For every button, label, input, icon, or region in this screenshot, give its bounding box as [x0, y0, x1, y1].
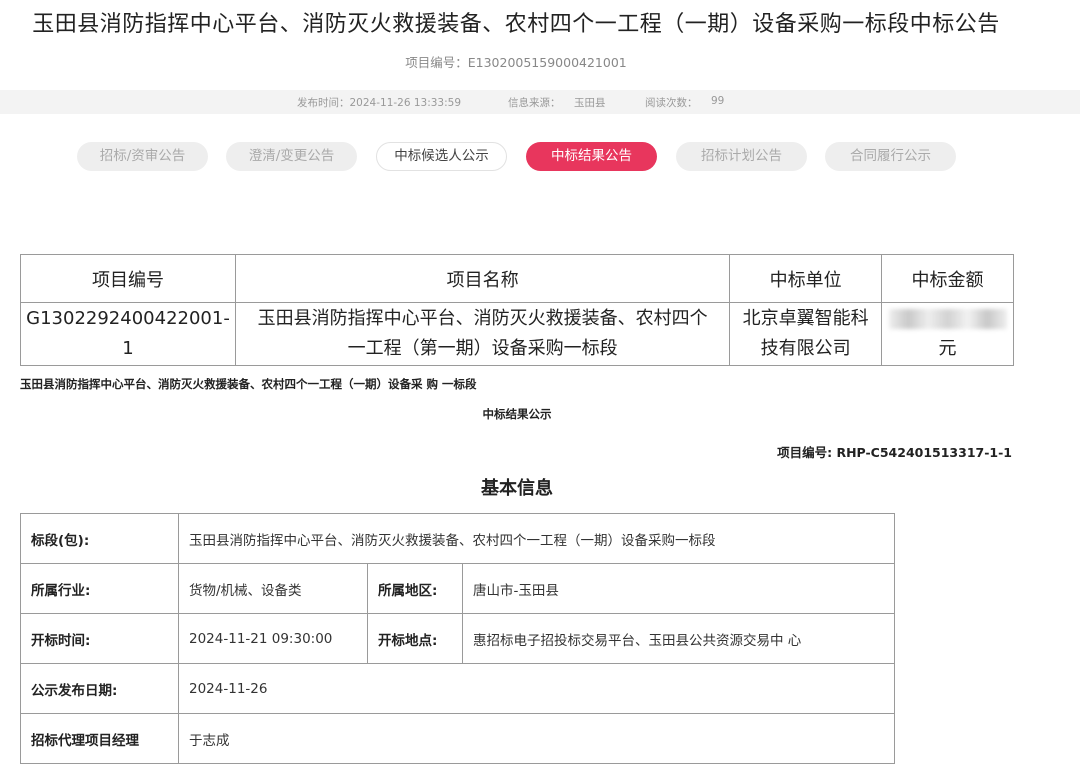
award-table-header: 项目编号 项目名称 中标单位 中标金额 — [20, 254, 1014, 303]
manager-value: 于志成 — [178, 713, 895, 764]
notice-project-code: 项目编号: RHP-C542401513317-1-1 — [777, 445, 1012, 460]
tab-bid-plan[interactable]: 招标计划公告 — [676, 142, 807, 171]
project-code-line1: G1302292400422001- — [26, 308, 230, 329]
open-place-label: 开标地点: — [367, 613, 463, 664]
header-winner: 中标单位 — [729, 254, 882, 303]
cell-winner: 北京卓翼智能科 技有限公司 — [729, 302, 882, 366]
cell-project-code: G1302292400422001- 1 — [20, 302, 236, 366]
award-table: 项目编号 项目名称 中标单位 中标金额 G1302292400422001- 1… — [20, 254, 1014, 366]
result-title: 中标结果公示 — [482, 407, 552, 421]
basic-info-title: 基本信息 — [481, 478, 553, 499]
redacted-amount — [888, 309, 1007, 329]
table-row: 标段(包): 玉田县消防指挥中心平台、消防灭火救援装备、农村四个一工程（一期）设… — [20, 513, 895, 564]
page-title: 玉田县消防指挥中心平台、消防灭火救援装备、农村四个一工程（一期）设备采购一标段中… — [32, 12, 1000, 37]
table-row: 开标时间: 2024-11-21 09:30:00 开标地点: 惠招标电子招投标… — [20, 613, 895, 664]
table-row: 招标代理项目经理 于志成 — [20, 713, 895, 764]
lot-label: 标段(包): — [20, 513, 179, 564]
cell-project-name: 玉田县消防指挥中心平台、消防灭火救援装备、农村四个 一工程（第一期）设备采购一标… — [234, 302, 731, 366]
region-value: 唐山市-玉田县 — [462, 563, 895, 614]
publish-date-value: 2024-11-26 — [178, 663, 895, 714]
header-project-name: 项目名称 — [234, 254, 731, 303]
meta-bar: 发布时间：2024-11-26 13:33:59 信息来源： 玉田县 阅读次数：… — [0, 90, 1080, 114]
open-place-value: 惠招标电子招投标交易平台、玉田县公共资源交易中 心 — [462, 613, 895, 664]
industry-value: 货物/机械、设备类 — [178, 563, 368, 614]
tab-candidate-notice[interactable]: 中标候选人公示 — [376, 142, 507, 171]
publish-time: 发布时间：2024-11-26 13:33:59 — [297, 97, 462, 109]
tab-clarification[interactable]: 澄清/变更公告 — [226, 142, 357, 171]
winner-line2: 技有限公司 — [760, 338, 851, 359]
region-label: 所属地区: — [367, 563, 463, 614]
tab-bid-announcement[interactable]: 招标/资审公告 — [77, 142, 208, 171]
tab-contract-performance[interactable]: 合同履行公示 — [825, 142, 956, 171]
views-label: 阅读次数： — [645, 97, 698, 109]
notice-project-line: 玉田县消防指挥中心平台、消防灭火救援装备、农村四个一工程（一期）设备采 购 一标… — [20, 377, 477, 391]
winner-line1: 北京卓翼智能科 — [742, 308, 869, 329]
project-code-line2: 1 — [122, 338, 134, 359]
table-row: G1302292400422001- 1 玉田县消防指挥中心平台、消防灭火救援装… — [20, 302, 1014, 366]
cell-amount: 元 — [881, 302, 1014, 366]
project-number: 项目编号：E1302005159000421001 — [405, 55, 627, 70]
views-count: 99 — [711, 95, 725, 107]
open-time-label: 开标时间: — [20, 613, 179, 664]
basic-info-table: 标段(包): 玉田县消防指挥中心平台、消防灭火救援装备、农村四个一工程（一期）设… — [20, 513, 895, 764]
source-value: 玉田县 — [574, 97, 606, 109]
manager-label: 招标代理项目经理 — [20, 713, 179, 764]
announcement-tabs: 招标/资审公告 澄清/变更公告 中标候选人公示 中标结果公告 招标计划公告 合同… — [0, 142, 1080, 172]
open-time-value: 2024-11-21 09:30:00 — [178, 613, 368, 664]
project-name-line2: 一工程（第一期）设备采购一标段 — [347, 338, 618, 359]
project-name-line1: 玉田县消防指挥中心平台、消防灭火救援装备、农村四个 — [257, 308, 708, 329]
amount-unit: 元 — [938, 338, 957, 359]
header-amount: 中标金额 — [881, 254, 1014, 303]
publish-date-label: 公示发布日期: — [20, 663, 179, 714]
industry-label: 所属行业: — [20, 563, 179, 614]
header-project-code: 项目编号 — [20, 254, 236, 303]
lot-value: 玉田县消防指挥中心平台、消防灭火救援装备、农村四个一工程（一期）设备采购一标段 — [178, 513, 895, 564]
table-row: 公示发布日期: 2024-11-26 — [20, 663, 895, 714]
tab-award-result[interactable]: 中标结果公告 — [526, 142, 657, 171]
source-label: 信息来源： — [508, 97, 561, 109]
table-row: 所属行业: 货物/机械、设备类 所属地区: 唐山市-玉田县 — [20, 563, 895, 614]
